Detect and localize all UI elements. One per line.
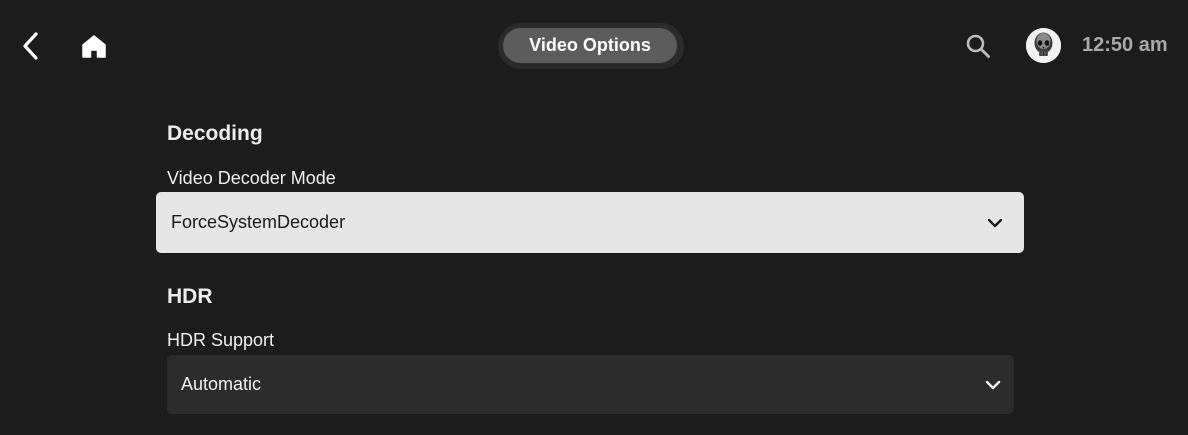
- page-title: Video Options: [529, 35, 651, 55]
- clock: 12:50 am: [1082, 34, 1168, 56]
- home-button[interactable]: [76, 28, 112, 64]
- search-button[interactable]: [960, 28, 996, 64]
- hdr-support-label: HDR Support: [167, 330, 275, 350]
- section-title-decoding: Decoding: [167, 122, 263, 145]
- user-avatar[interactable]: [1026, 28, 1061, 63]
- video-decoder-mode-value: ForceSystemDecoder: [171, 212, 346, 232]
- chevron-down-icon: [986, 217, 1004, 229]
- home-icon: [82, 35, 106, 58]
- chevron-down-icon: [984, 379, 1002, 391]
- video-decoder-mode-select[interactable]: ForceSystemDecoder: [156, 192, 1024, 253]
- chevron-left-icon: [23, 32, 38, 60]
- top-bar: Video Options 12:50 am: [0, 0, 1188, 92]
- skull-avatar-icon: [1026, 28, 1061, 63]
- page-title-button[interactable]: Video Options: [503, 28, 677, 63]
- video-decoder-mode-label: Video Decoder Mode: [167, 168, 336, 188]
- hdr-support-value: Automatic: [181, 374, 262, 394]
- search-icon: [966, 34, 990, 58]
- back-button[interactable]: [14, 27, 48, 65]
- hdr-support-select[interactable]: Automatic: [167, 355, 1014, 414]
- section-title-hdr: HDR: [167, 285, 213, 308]
